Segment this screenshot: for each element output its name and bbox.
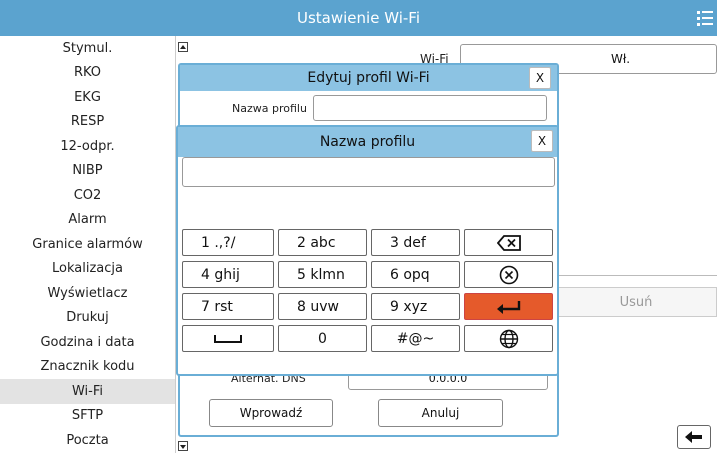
sidebar-item-resp[interactable]: RESP <box>0 110 175 135</box>
enter-button[interactable]: Wprowadź <box>209 399 333 427</box>
sidebar-item-wi-fi[interactable]: Wi-Fi <box>0 379 175 404</box>
sidebar-item-granice-alarm-w[interactable]: Granice alarmów <box>0 232 175 257</box>
enter-return-icon <box>496 300 520 314</box>
back-button[interactable] <box>677 425 711 449</box>
sidebar-item-godzina-i-data[interactable]: Godzina i data <box>0 330 175 355</box>
keyboard-dialog-title: Nazwa profilu <box>178 127 557 157</box>
key-0[interactable]: 0 <box>278 325 367 352</box>
sidebar-item-znacznik-kodu[interactable]: Znacznik kodu <box>0 355 175 380</box>
space-bar-icon <box>214 334 242 343</box>
key-1[interactable]: 1 .,?/ <box>182 229 274 256</box>
cancel-button[interactable]: Anuluj <box>378 399 503 427</box>
divider <box>555 275 717 276</box>
wifi-toggle-value: Wł. <box>611 52 631 66</box>
enter-key[interactable] <box>464 293 553 320</box>
page-title: Ustawienie Wi-Fi <box>297 9 420 27</box>
edit-dialog-close-button[interactable]: X <box>529 67 551 89</box>
scroll-up-icon[interactable] <box>178 42 188 52</box>
list-menu-icon[interactable] <box>697 9 713 27</box>
key-3[interactable]: 3 def <box>371 229 460 256</box>
sidebar-item-drukuj[interactable]: Drukuj <box>0 306 175 331</box>
settings-sidebar: Stymul. RKO EKG RESP 12-odpr. NIBP CO2 Alarm Gra… <box>0 36 176 453</box>
key-6[interactable]: 6 opq <box>371 261 460 288</box>
clear-key[interactable] <box>464 261 553 288</box>
edit-dialog-title: Edytuj profil Wi-Fi <box>180 65 557 91</box>
space-key[interactable] <box>182 325 274 352</box>
globe-icon <box>499 329 518 348</box>
sidebar-item-co2[interactable]: CO2 <box>0 183 175 208</box>
keyboard-dialog-close-button[interactable]: X <box>531 130 553 152</box>
symbols-key[interactable]: #@~ <box>371 325 460 352</box>
backspace-key[interactable] <box>464 229 553 256</box>
profile-name-field[interactable] <box>313 95 547 121</box>
profile-name-input[interactable] <box>182 157 555 187</box>
sidebar-item-alarm[interactable]: Alarm <box>0 208 175 233</box>
key-8[interactable]: 8 uvw <box>278 293 367 320</box>
sidebar-item-sftp[interactable]: SFTP <box>0 404 175 429</box>
sidebar-item-rko[interactable]: RKO <box>0 61 175 86</box>
profile-name-label: Nazwa profilu <box>232 102 307 115</box>
back-arrow-icon <box>685 431 702 443</box>
delete-button[interactable]: Usuń <box>555 287 717 317</box>
profile-name-keyboard-dialog: Nazwa profilu X 1 .,?/ 2 abc 3 def 4 ghi… <box>176 125 559 376</box>
key-4[interactable]: 4 ghij <box>182 261 274 288</box>
sidebar-item-12-odpr[interactable]: 12-odpr. <box>0 134 175 159</box>
keyboard-dialog-title-text: Nazwa profilu <box>319 134 416 150</box>
language-key[interactable] <box>464 325 553 352</box>
sidebar-item-stymul[interactable]: Stymul. <box>0 36 175 61</box>
backspace-icon <box>496 234 521 251</box>
sidebar-item-poczta[interactable]: Poczta <box>0 428 175 453</box>
key-2[interactable]: 2 abc <box>278 229 367 256</box>
key-7[interactable]: 7 rst <box>182 293 274 320</box>
edit-dialog-title-text: Edytuj profil Wi-Fi <box>307 70 430 86</box>
sidebar-item-ekg[interactable]: EKG <box>0 85 175 110</box>
key-9[interactable]: 9 xyz <box>371 293 460 320</box>
key-5[interactable]: 5 klmn <box>278 261 367 288</box>
sidebar-item-nibp[interactable]: NIBP <box>0 159 175 184</box>
scroll-down-icon[interactable] <box>178 441 188 451</box>
header-bar: Ustawienie Wi-Fi <box>0 0 717 36</box>
sidebar-item-lokalizacja[interactable]: Lokalizacja <box>0 257 175 282</box>
wifi-settings-screen: Ustawienie Wi-Fi Stymul. RKO EKG RESP 12-odp… <box>0 0 717 453</box>
sidebar-item-wy-wietlacz[interactable]: Wyświetlacz <box>0 281 175 306</box>
clear-circle-icon <box>499 265 518 284</box>
